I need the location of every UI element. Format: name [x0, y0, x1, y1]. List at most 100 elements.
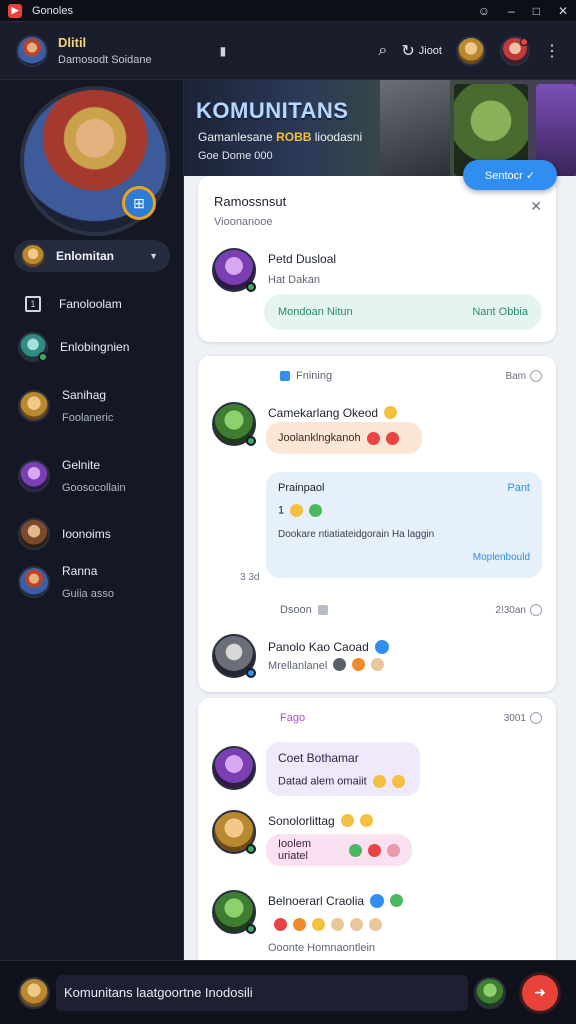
- clock-icon: [530, 370, 542, 382]
- chevron-down-icon: ▼: [149, 251, 158, 261]
- user-name: Belnoerarl Craolia: [268, 894, 365, 908]
- avatar: [212, 890, 256, 934]
- timestamp-label: 3001: [503, 712, 526, 724]
- close-window-button[interactable]: ✕: [558, 4, 568, 18]
- section-header: Dsoon: [280, 604, 328, 616]
- sidebar-item-fanoloolam[interactable]: 1 Fanoloolam: [18, 296, 122, 312]
- feed: Ramossnsut Vioonanooe ✕ Petd Dusloal Hat…: [184, 176, 576, 960]
- timestamp: 3001: [504, 712, 542, 724]
- invite-card: Ramossnsut Vioonanooe ✕ Petd Dusloal Hat…: [198, 176, 556, 342]
- sidebar-item-sub: Goosocollain: [62, 482, 126, 494]
- refresh-button[interactable]: ↻ Jioot: [401, 41, 442, 61]
- online-badge: [38, 352, 48, 362]
- emoji-icon: [369, 918, 382, 932]
- avatar: [212, 248, 256, 292]
- banner-sub-a: Gamanlesane: [198, 130, 273, 144]
- section-label: Fago: [280, 712, 306, 724]
- avatar-friend[interactable]: [456, 35, 486, 66]
- user-sub: Hat Dakan: [268, 274, 320, 286]
- sidebar-item-ioonoims[interactable]: Ioonoims: [18, 518, 111, 550]
- quote-count: 1: [278, 504, 285, 517]
- title-bar: ▶ Gonoles ☺ – □ ✕: [0, 0, 576, 22]
- send-button[interactable]: ➜: [522, 974, 558, 1011]
- emoji-icon: [391, 774, 405, 788]
- minimize-button[interactable]: –: [508, 4, 515, 18]
- window-controls: ☺ – □ ✕: [478, 4, 568, 18]
- emoji-icon: [331, 918, 344, 932]
- sidebar-item-gelnite[interactable]: Gelnite Goosocollain: [18, 458, 126, 494]
- quote-link[interactable]: Moplenbould: [278, 552, 530, 563]
- emoji-icon: [384, 406, 398, 420]
- avatar: [18, 390, 50, 422]
- square-icon: 1: [25, 296, 41, 312]
- sidebar-item-enlobingnien[interactable]: Enlobingnien: [18, 332, 129, 362]
- sidebar-item-label: Gelnite: [62, 458, 101, 472]
- message-bubble[interactable]: Joolanklngkanoh: [266, 422, 422, 454]
- emoji-icon: [293, 918, 306, 932]
- list-item[interactable]: Belnoerarl Craolia Ooonte Homnaontlein: [212, 890, 404, 954]
- quote-title: Prainpaol: [278, 482, 325, 494]
- accept-pill[interactable]: Mondoan Nitun Nant Obbia: [264, 294, 542, 330]
- search-icon[interactable]: ⌕: [378, 42, 387, 60]
- heart-icon: [385, 431, 399, 445]
- user-name: Camekarlang Okeod: [268, 406, 379, 420]
- level-badge-icon[interactable]: ⊞: [122, 186, 156, 220]
- online-badge: [246, 436, 256, 446]
- sidebar-item-sub: Foolaneric: [62, 412, 114, 424]
- emoji-icon: [387, 843, 401, 857]
- emoji-icon: [349, 843, 363, 857]
- banner-subtitle: Gamanlesane ROBB lioodasni: [198, 130, 362, 144]
- message-input[interactable]: [56, 974, 468, 1011]
- message-text: Joolanklngkanoh: [278, 432, 361, 444]
- user-name: Sonolorlittag: [268, 814, 335, 828]
- quote-block[interactable]: Prainpaol Pant 1 Dookare ntiatiateidgorai…: [266, 472, 542, 578]
- user-sub: Ooonte Homnaontlein: [268, 942, 376, 954]
- sidebar-item-label: Ranna: [62, 564, 98, 578]
- composer-bar: ➜: [0, 960, 576, 1024]
- message-bubble[interactable]: Ioolem uriatel: [266, 834, 412, 866]
- quote-action[interactable]: Pant: [507, 482, 530, 494]
- verified-icon: [370, 893, 385, 908]
- side-timestamp: 3 3d: [240, 572, 260, 583]
- sidebar-item-ranna[interactable]: Ranna Guiia asso: [18, 564, 114, 600]
- sidebar: ⊞ Enlomitan ▼ 1 Fanoloolam Enlobingnien …: [0, 80, 184, 960]
- app-header: Dlitil Damosodt Soidane ▮ ⌕ ↻ Jioot ⋮: [0, 22, 576, 80]
- banner-sub-b: ROBB: [276, 130, 312, 144]
- user-name: Coet Bothamar: [278, 750, 359, 765]
- section-icon: [280, 371, 290, 381]
- avatar[interactable]: [18, 976, 50, 1009]
- emoji-icon: [333, 658, 347, 672]
- sidebar-item-sanihag[interactable]: Sanihag Foolaneric: [18, 388, 113, 424]
- hero-avatar[interactable]: ⊞: [20, 86, 170, 236]
- emoji-icon[interactable]: ☺: [478, 4, 490, 18]
- app-logo-icon: ▶: [8, 3, 22, 18]
- message-bubble[interactable]: Coet Bothamar Datad alem omaiit: [266, 742, 420, 796]
- clock-icon: [530, 712, 542, 724]
- section-label: Dsoon: [280, 604, 312, 616]
- more-vertical-icon[interactable]: ⋮: [544, 41, 560, 61]
- heart-icon: [366, 431, 380, 445]
- emoji-icon: [372, 774, 386, 788]
- close-icon[interactable]: ✕: [530, 198, 542, 215]
- list-item[interactable]: Panolo Kao Caoad Mrellanlanel: [212, 634, 389, 678]
- list-item[interactable]: [212, 746, 256, 790]
- timestamp: Bam: [505, 370, 542, 382]
- online-badge: [246, 282, 256, 292]
- refresh-icon: ↻: [401, 42, 415, 60]
- shield-icon[interactable]: ▮: [220, 44, 227, 58]
- group-card: Fago 3001 Coet Bothamar Datad alem omaii…: [198, 698, 556, 960]
- avatar: [212, 402, 256, 446]
- avatar[interactable]: [16, 34, 48, 67]
- list-item[interactable]: Petd Dusloal Hat Dakan: [212, 248, 336, 292]
- avatar-user[interactable]: [500, 35, 530, 66]
- emoji-icon: [371, 658, 385, 672]
- emoji-icon: [290, 504, 304, 517]
- maximize-button[interactable]: □: [533, 4, 540, 18]
- card-title: Ramossnsut: [214, 194, 287, 209]
- message-text: Ioolem uriatel: [278, 838, 312, 862]
- sidebar-item-label: Enlobingnien: [60, 340, 130, 354]
- avatar[interactable]: [474, 976, 506, 1009]
- join-button[interactable]: Sentocr ✓: [463, 160, 557, 190]
- community-selector[interactable]: Enlomitan ▼: [14, 240, 170, 272]
- banner-art-weapon: [380, 80, 450, 180]
